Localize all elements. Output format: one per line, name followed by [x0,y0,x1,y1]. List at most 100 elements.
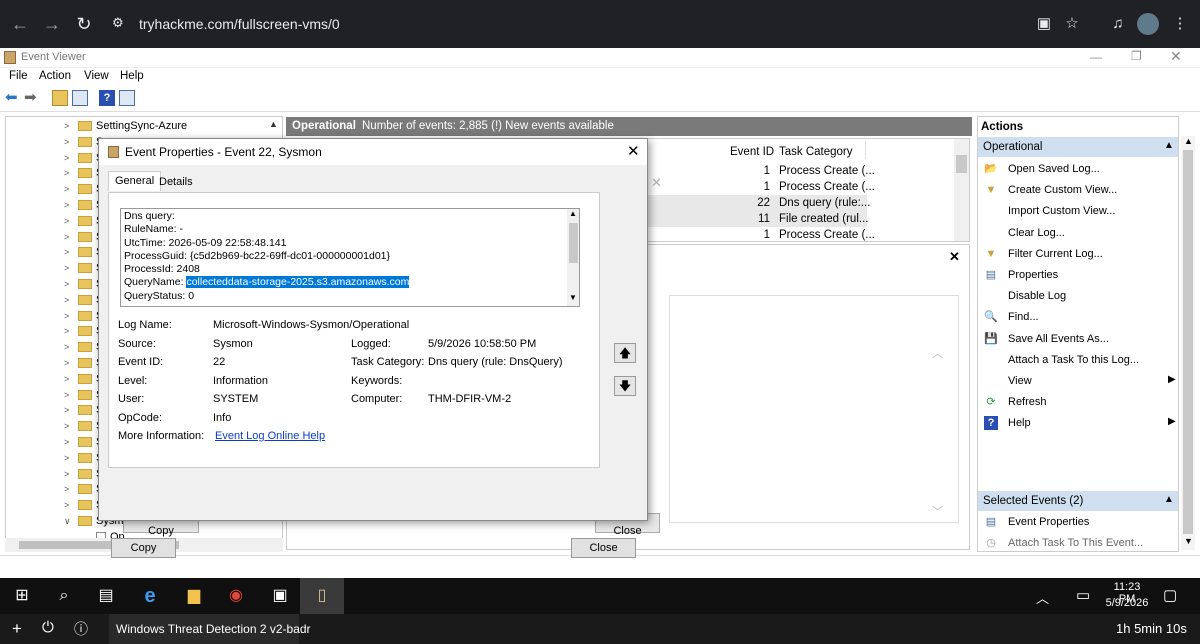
media-control-icon[interactable]: ♫ [1106,12,1130,36]
description-scroll-down-icon[interactable]: ▼ [569,293,577,302]
collapse-icon[interactable]: ▲ [1164,140,1174,151]
clipboard-icon[interactable]: ▣ [1032,12,1056,36]
file-explorer-icon[interactable]: ▆ [172,578,216,614]
action-item[interactable]: ▼ Create Custom View... [982,180,1178,200]
column-task-category[interactable]: Task Category [779,146,853,158]
bookmark-star-icon[interactable]: ☆ [1060,12,1084,36]
expand-icon[interactable]: > [64,216,69,226]
expand-icon[interactable]: > [64,168,69,178]
notifications-icon[interactable]: ▢ [1163,586,1177,604]
expand-icon[interactable]: > [64,342,69,352]
browser-menu-icon[interactable]: ⋮ [1168,12,1192,36]
expand-icon[interactable]: > [64,358,69,368]
description-scrollbar[interactable]: ▲ ▼ [567,209,579,306]
forward-arrow-icon[interactable]: ➡ [24,90,40,106]
expand-icon[interactable]: > [64,295,69,305]
tree-scroll-up-icon[interactable]: ▲ [269,119,278,129]
detail-scroll-down-icon[interactable]: ﹀ [932,503,943,519]
show-hidden-icons-icon[interactable]: ︿ [1036,588,1049,607]
tree-item[interactable]: > SettingSync-Azure [6,119,276,135]
close-window-icon[interactable]: ✕ [1170,48,1182,65]
task-view-icon[interactable]: ▤ [84,578,128,614]
back-icon[interactable]: ← [8,12,32,36]
search-icon[interactable]: ⌕ [42,578,86,614]
description-scroll-up-icon[interactable]: ▲ [569,209,577,218]
info-icon[interactable]: ⓘ [74,619,88,639]
expand-icon[interactable]: > [64,121,69,131]
clock-date[interactable]: 5/9/2026 [1104,597,1150,609]
expand-icon[interactable]: > [64,469,69,479]
action-item[interactable]: ▤ Event Properties [982,512,1178,532]
add-icon[interactable]: + [12,619,22,639]
description-scroll-thumb[interactable] [569,223,578,263]
next-event-button[interactable]: 🡇 [614,376,636,396]
action-item[interactable]: Clear Log... [982,223,1178,243]
action-item[interactable]: ◷ Attach Task To This Event... [982,533,1178,553]
expand-icon[interactable]: > [64,263,69,273]
help-icon[interactable]: ? [99,90,115,106]
expand-icon[interactable]: > [64,326,69,336]
action-item[interactable]: View ▶ [982,371,1178,391]
back-arrow-icon[interactable]: ⬅ [5,90,21,106]
expand-icon[interactable]: > [64,390,69,400]
network-icon[interactable]: ▭ [1076,586,1090,604]
expand-icon[interactable]: > [64,421,69,431]
expand-icon[interactable]: ∨ [64,516,71,527]
action-item[interactable]: Attach a Task To this Log... [982,350,1178,370]
chrome-icon[interactable]: ◉ [214,578,258,614]
action-item[interactable]: Import Custom View... [982,201,1178,221]
expand-icon[interactable]: > [64,437,69,447]
actions-scroll-down-icon[interactable]: ▼ [1184,536,1193,546]
menu-help[interactable]: Help [120,70,144,82]
reload-icon[interactable]: ↻ [72,12,96,36]
menu-view[interactable]: View [84,70,109,82]
site-settings-icon[interactable]: ⚙ [112,15,124,31]
expand-icon[interactable]: > [64,247,69,257]
event-description-box[interactable]: Dns query: RuleName: - UtcTime: 2026-05-09… [120,208,580,307]
forward-icon[interactable]: → [40,12,64,36]
expand-icon[interactable]: > [64,200,69,210]
actions-scrollbar[interactable]: ▲ ▼ [1181,136,1195,550]
tab-details[interactable]: Details [153,173,199,193]
profile-avatar[interactable] [1137,13,1159,35]
power-icon[interactable]: ⏻ [42,619,54,636]
expand-icon[interactable]: > [64,232,69,242]
event-list-scrollbar[interactable] [954,139,969,241]
action-pane-icon[interactable] [119,90,135,106]
previous-event-button[interactable]: 🡅 [614,343,636,363]
event-viewer-taskbar-icon[interactable]: ▯ [300,578,344,614]
actions-section-selected-events[interactable]: Selected Events (2) ▲ [978,491,1178,511]
query-name-value-selected[interactable]: collecteddata-storage-2025.s3.amazonaws.… [186,276,410,288]
actions-section-operational[interactable]: Operational ▲ [978,137,1178,157]
column-event-id[interactable]: Event ID [730,146,774,158]
start-windows-icon[interactable]: ⊞ [0,578,44,614]
expand-icon[interactable]: > [64,279,69,289]
show-hide-tree-icon[interactable] [72,90,88,106]
action-item[interactable]: ▤ Properties [982,265,1178,285]
action-item[interactable]: 💾 Save All Events As... [982,329,1178,349]
expand-icon[interactable]: > [64,137,69,147]
action-item[interactable]: 🔍 Find... [982,307,1178,327]
session-tab[interactable]: Windows Threat Detection 2 v2-badr [109,614,311,644]
up-folder-icon[interactable] [52,90,68,106]
expand-icon[interactable]: > [64,374,69,384]
action-item[interactable]: Disable Log [982,286,1178,306]
expand-icon[interactable]: > [64,405,69,415]
close-button[interactable]: Close [571,538,636,558]
action-item[interactable]: ? Help ▶ [982,413,1178,433]
action-item[interactable]: ⟳ Refresh [982,392,1178,412]
expand-icon[interactable]: > [64,184,69,194]
action-item[interactable]: 📂 Open Saved Log... [982,159,1178,179]
action-item[interactable]: ▼ Filter Current Log... [982,244,1178,264]
actions-scroll-up-icon[interactable]: ▲ [1184,136,1193,146]
app-window-icon[interactable]: ▣ [258,578,302,614]
url-text[interactable]: tryhackme.com/fullscreen-vms/0 [139,16,340,32]
actions-scroll-thumb[interactable] [1183,150,1193,534]
menu-action[interactable]: Action [39,70,71,82]
expand-icon[interactable]: > [64,153,69,163]
edge-browser-icon[interactable]: e [128,578,172,614]
expand-icon[interactable]: > [64,311,69,321]
detail-scroll-up-icon[interactable]: ︿ [932,345,943,361]
copy-button[interactable]: Copy [111,538,176,558]
expand-icon[interactable]: > [64,500,69,510]
